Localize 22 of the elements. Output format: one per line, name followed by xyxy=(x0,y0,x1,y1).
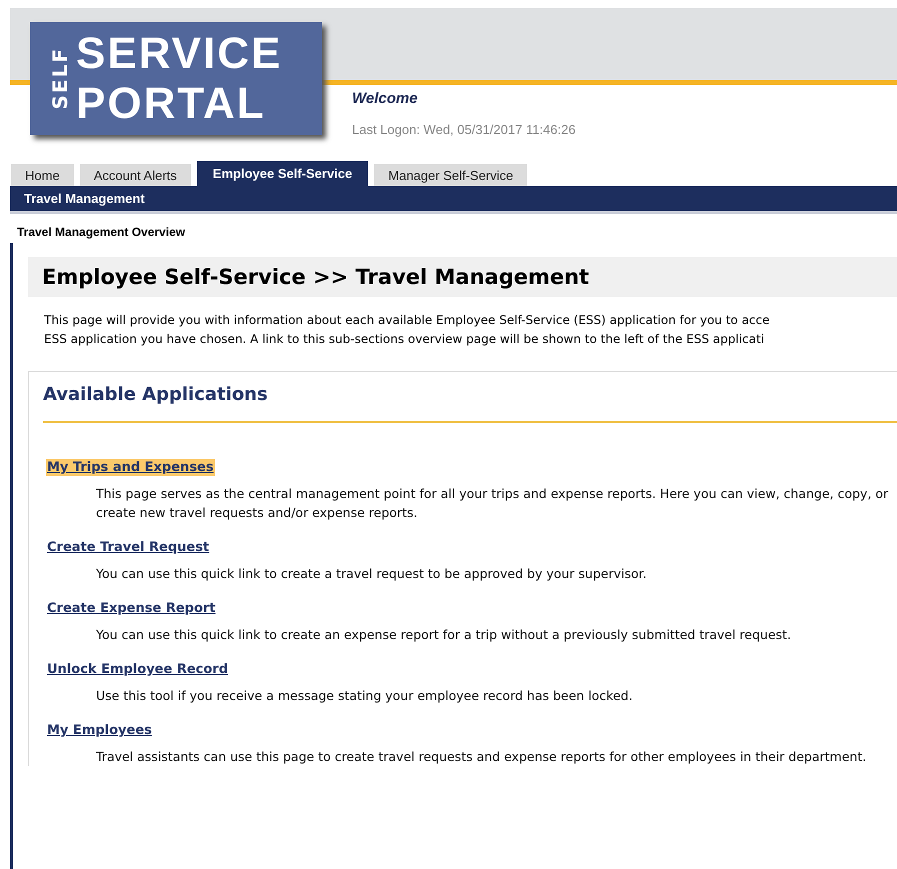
nav-tab[interactable]: Manager Self-Service xyxy=(374,164,528,186)
application-description: Travel assistants can use this page to create travel requests and expense reports for other employees in their department. xyxy=(96,748,868,766)
page-title: Employee Self-Service >> Travel Management xyxy=(28,257,897,297)
breadcrumb: Travel Management Overview xyxy=(16,224,186,241)
application-description: You can use this quick link to create a travel request to be approved by your supervisor. xyxy=(96,565,648,583)
subnav-item[interactable]: Travel Management xyxy=(10,191,159,206)
application-link[interactable]: My Employees xyxy=(46,722,153,739)
application-description: Use this tool if you receive a message stating your employee record has been locked. xyxy=(96,687,634,705)
intro-text: This page will provide you with information about each available Employee Self-Service (ESS) application for you to acce xyxy=(44,312,771,329)
nav-tab[interactable]: Employee Self-Service xyxy=(196,161,368,186)
application-link[interactable]: Create Travel Request xyxy=(46,539,210,556)
application-description: You can use this quick link to create an expense report for a trip without a previously submitted travel request. xyxy=(96,626,792,644)
nav-tab[interactable]: Account Alerts xyxy=(80,164,191,186)
section-title: Available Applications xyxy=(43,384,897,423)
application-link[interactable]: Create Expense Report xyxy=(46,600,217,617)
welcome-text: Welcome xyxy=(352,90,418,107)
last-logon-text: Last Logon: Wed, 05/31/2017 11:46:26 xyxy=(352,122,576,137)
application-link[interactable]: Unlock Employee Record xyxy=(46,661,230,678)
intro-text: ESS application you have chosen. A link to this sub-sections overview page will be shown to the left of the ESS applicati xyxy=(44,331,766,348)
application-description: This page serves as the central management point for all your trips and expense reports. Here you can view, change, copy, or create new travel requests and/or expense reports. xyxy=(96,485,890,522)
nav-tab[interactable]: Home xyxy=(11,164,74,186)
application-link[interactable]: My Trips and Expenses xyxy=(46,459,215,476)
